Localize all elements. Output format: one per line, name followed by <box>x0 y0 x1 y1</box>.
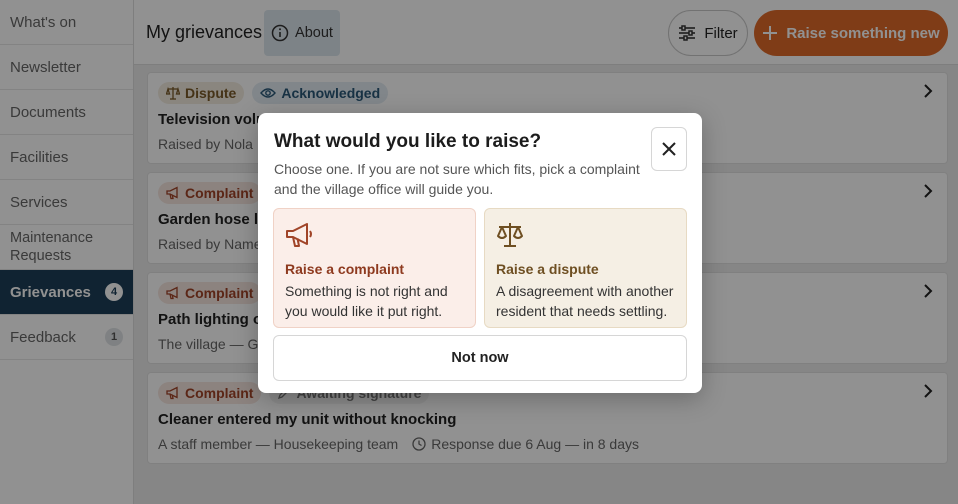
scales-icon <box>497 223 523 247</box>
raise-dialog: What would you like to raise? Choose one… <box>258 113 702 393</box>
raise-complaint-option[interactable]: Raise a complaint Something is not right… <box>273 208 476 328</box>
option-title: Raise a complaint <box>285 261 405 277</box>
close-icon <box>662 142 676 156</box>
dialog-title: What would you like to raise? <box>274 131 542 152</box>
option-title: Raise a dispute <box>496 261 599 277</box>
close-button[interactable] <box>651 127 687 171</box>
dialog-description: Choose one. If you are not sure which fi… <box>274 161 640 197</box>
raise-dispute-option[interactable]: Raise a dispute A disagreement with anot… <box>484 208 687 328</box>
not-now-button[interactable]: Not now <box>273 335 687 381</box>
option-description: Something is not right and you would lik… <box>285 283 448 319</box>
option-description: A disagreement with another resident tha… <box>496 283 674 319</box>
megaphone-icon <box>286 223 312 247</box>
